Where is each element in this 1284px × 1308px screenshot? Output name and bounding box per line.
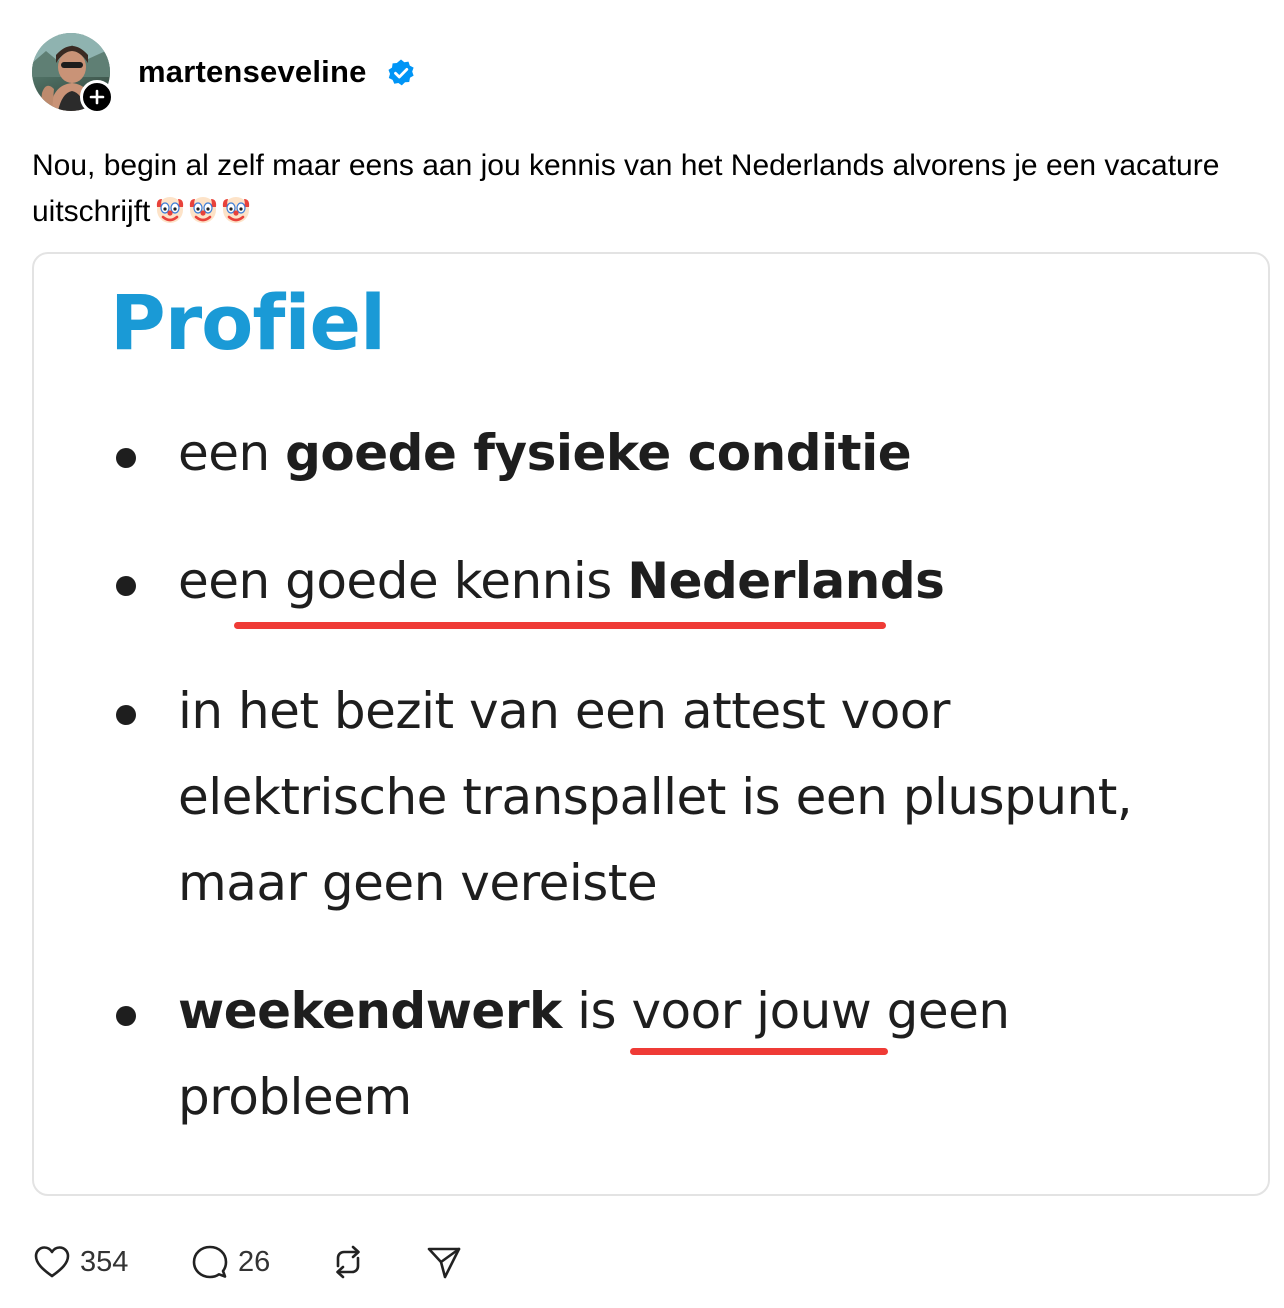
profile-item-4-line-1: weekendwerk is voor jouw geen bbox=[178, 982, 1010, 1040]
item-2-normal: een goede kennis bbox=[178, 552, 628, 610]
comment-icon bbox=[192, 1245, 228, 1279]
avatar-wrapper[interactable] bbox=[32, 33, 114, 114]
comment-count: 26 bbox=[238, 1245, 271, 1278]
profile-item-2: een goede kennis Nederlands bbox=[178, 552, 945, 610]
clown-face-icon bbox=[190, 197, 217, 223]
item-1-normal: een bbox=[178, 424, 286, 482]
red-underline bbox=[630, 1048, 888, 1055]
bullet-dot bbox=[116, 1006, 136, 1026]
username[interactable]: martenseveline bbox=[138, 54, 367, 90]
image-title: Profiel bbox=[110, 278, 386, 367]
profile-item-1: een goede fysieke conditie bbox=[178, 424, 912, 482]
caption-emoji bbox=[154, 193, 253, 239]
clown-face-icon bbox=[157, 197, 184, 223]
bullet-dot bbox=[116, 576, 136, 596]
repost-button[interactable] bbox=[328, 1238, 368, 1286]
comment-button[interactable]: 26 bbox=[190, 1238, 270, 1286]
follow-button[interactable] bbox=[80, 80, 114, 114]
red-underline bbox=[234, 622, 886, 629]
clown-face-icon bbox=[223, 197, 250, 223]
post-image[interactable]: Profiel een goede fysieke conditie een g… bbox=[32, 252, 1270, 1196]
bullet-dot bbox=[116, 448, 136, 468]
profile-item-3-line-1: in het bezit van een attest voor bbox=[178, 682, 950, 740]
item-2-bold: Nederlands bbox=[627, 552, 945, 610]
share-icon bbox=[427, 1247, 461, 1279]
bullet-dot bbox=[116, 705, 136, 725]
like-button[interactable]: 354 bbox=[32, 1238, 128, 1286]
profile-item-3-line-3: maar geen vereiste bbox=[178, 854, 658, 912]
item-1-bold: goede fysieke conditie bbox=[285, 424, 912, 482]
verified-badge-icon bbox=[388, 59, 414, 86]
plus-icon bbox=[89, 89, 105, 105]
repost-icon bbox=[336, 1245, 360, 1279]
action-bar: 354 26 bbox=[32, 1238, 512, 1286]
share-button[interactable] bbox=[424, 1238, 464, 1286]
item-4-normal: is voor jouw geen bbox=[561, 982, 1010, 1040]
like-count: 354 bbox=[80, 1245, 129, 1278]
profile-item-3-line-2: elektrische transpallet is een pluspunt, bbox=[178, 768, 1133, 826]
profile-item-4-line-2: probleem bbox=[178, 1068, 412, 1126]
item-4-bold: weekendwerk bbox=[178, 982, 562, 1040]
heart-icon bbox=[34, 1246, 70, 1278]
post-caption: Nou, begin al zelf maar eens aan jou ken… bbox=[32, 143, 1252, 239]
